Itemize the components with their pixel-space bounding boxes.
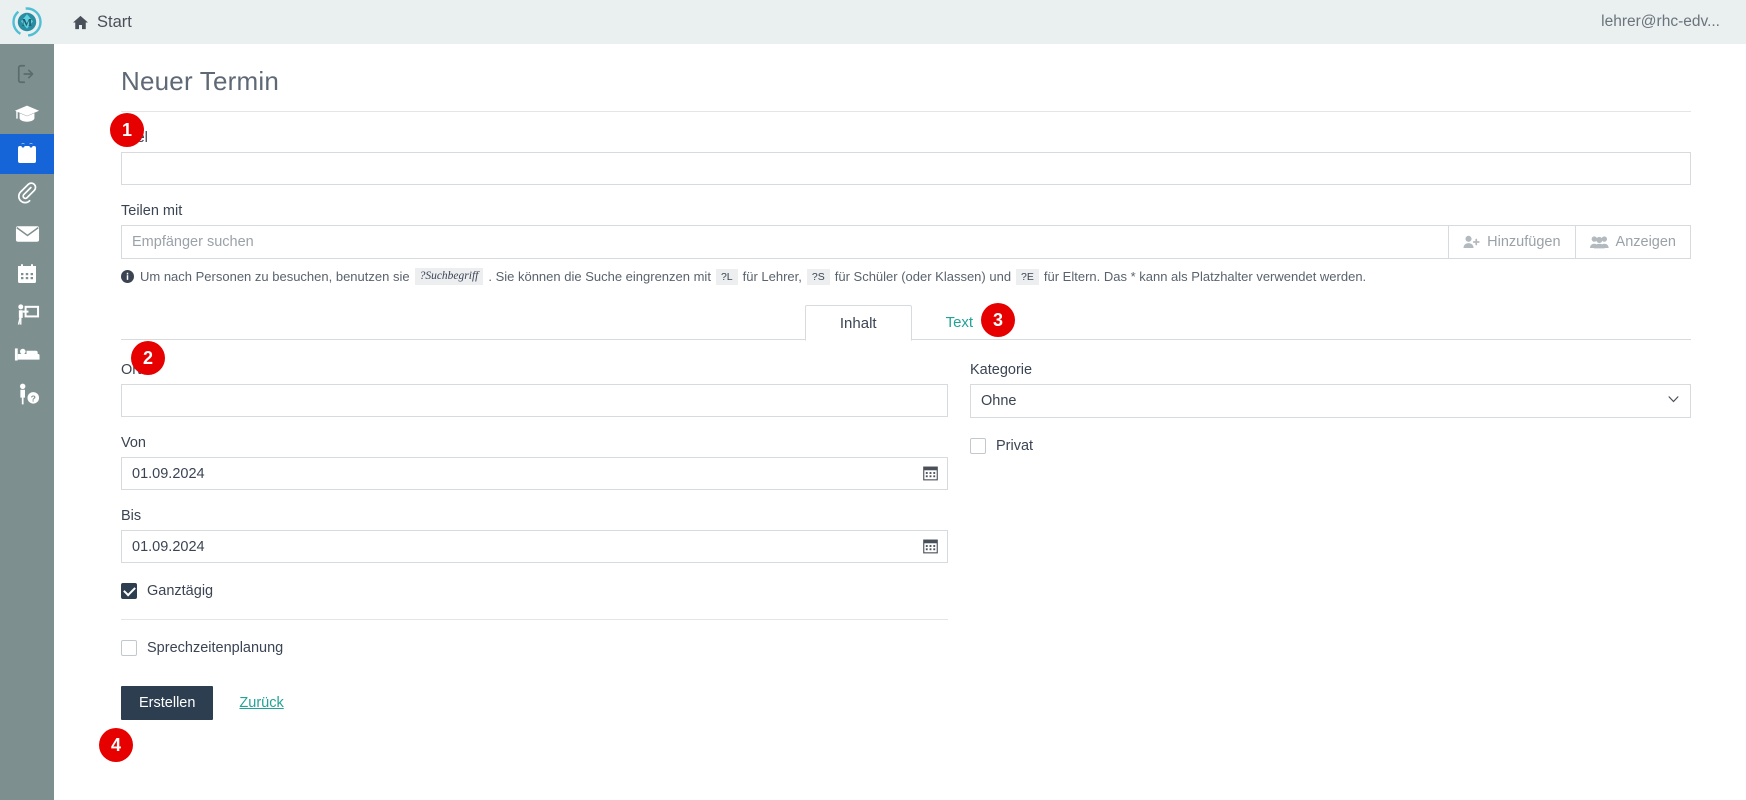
paperclip-icon: [18, 182, 37, 204]
hint-part-3: für Lehrer,: [742, 269, 802, 285]
form-column-left: Ort Von Bis: [121, 344, 948, 721]
annotation-badge-4: 4: [99, 728, 133, 762]
tab-text-label: Text: [945, 313, 974, 331]
bis-label: Bis: [121, 508, 142, 525]
add-recipient-button[interactable]: Hinzufügen: [1448, 226, 1575, 258]
ganztaegig-row: Ganztägig: [121, 583, 948, 600]
kategorie-select[interactable]: Ohne: [970, 384, 1691, 419]
tab-bar: Inhalt Text: [121, 303, 1691, 342]
search-hint: Um nach Personen zu besuchen, benutzen s…: [121, 268, 1734, 286]
users-icon: [1589, 236, 1609, 249]
hint-part-2: . Sie können die Suche eingrenzen mit: [488, 269, 711, 285]
add-recipient-label: Hinzufügen: [1487, 234, 1561, 250]
user-plus-icon: [1463, 235, 1480, 248]
svg-text:M: M: [22, 17, 33, 29]
annotation-badge-3: 3: [981, 303, 1015, 337]
sidebar-item-hilfe[interactable]: ?: [0, 374, 54, 414]
bis-date-input[interactable]: [121, 530, 948, 564]
sidebar-item-dateien[interactable]: [0, 174, 54, 214]
calendar-picker-icon[interactable]: [923, 465, 938, 481]
svg-text:?: ?: [30, 394, 35, 404]
user-account-label[interactable]: lehrer@rhc-edv...: [1601, 13, 1720, 31]
main-content: Neuer Termin Titel Teilen mit Hinzufügen: [54, 44, 1746, 800]
sidebar-item-krankmeldung[interactable]: [0, 334, 54, 374]
logout-icon: [17, 64, 34, 84]
graduation-cap-icon: [14, 105, 40, 122]
tab-inhalt-label: Inhalt: [839, 314, 877, 332]
zurueck-link[interactable]: Zurück: [239, 695, 283, 711]
sprechzeiten-row: Sprechzeitenplanung: [121, 640, 948, 657]
hint-code-suchbegriff: ?Suchbegriff: [414, 268, 484, 286]
erstellen-button[interactable]: Erstellen: [121, 686, 214, 721]
hint-part-4: für Schüler (oder Klassen) und: [834, 269, 1012, 285]
kategorie-select-wrapper: Ohne: [970, 384, 1691, 419]
page-title: Neuer Termin: [121, 66, 279, 96]
home-icon: [73, 15, 88, 29]
person-help-icon: ?: [19, 383, 39, 405]
sidebar-item-termine[interactable]: [0, 134, 54, 174]
sidebar-top-gap: [0, 44, 54, 54]
bed-icon: [14, 348, 40, 361]
recipient-search-row: Hinzufügen Anzeigen: [121, 225, 1691, 259]
sidebar-item-logout[interactable]: [0, 54, 54, 94]
titel-label: Titel: [121, 130, 1734, 146]
calendar-icon: [18, 143, 36, 163]
hint-code-lehrer: ?L: [715, 268, 738, 285]
ort-label: Ort: [121, 362, 142, 379]
von-label: Von: [121, 435, 146, 452]
termin-form: Titel Teilen mit Hinzufügen: [121, 130, 1734, 721]
calendar-grid-icon: [18, 263, 36, 283]
tab-inhalt[interactable]: Inhalt: [804, 305, 912, 342]
ganztaegig-label[interactable]: Ganztägig: [147, 583, 213, 599]
sprechzeitenplanung-checkbox[interactable]: [121, 640, 137, 657]
start-nav-link[interactable]: Start: [72, 13, 132, 32]
presentation-icon: [17, 303, 39, 325]
hint-part-5: für Eltern. Das * kann als Platzhalter v…: [1043, 269, 1367, 285]
ort-input[interactable]: [121, 384, 948, 418]
privat-checkbox[interactable]: [970, 438, 986, 455]
sidebar-item-kalender[interactable]: [0, 254, 54, 294]
hint-code-eltern: ?E: [1016, 268, 1039, 285]
teilen-mit-label: Teilen mit: [121, 203, 183, 219]
hint-part-1: Um nach Personen zu besuchen, benutzen s…: [140, 269, 410, 285]
titel-input[interactable]: [121, 152, 1691, 185]
ganztaegig-checkbox[interactable]: [121, 583, 137, 600]
von-date-wrapper: [121, 457, 948, 491]
mebis-logo-icon: M: [12, 7, 42, 37]
form-actions: Erstellen Zurück: [121, 686, 948, 721]
start-label: Start: [97, 12, 132, 31]
sprechzeitenplanung-label[interactable]: Sprechzeitenplanung: [147, 640, 283, 656]
hint-code-schueler: ?S: [806, 268, 830, 285]
kategorie-label: Kategorie: [970, 362, 1033, 379]
sidebar-item-nachrichten[interactable]: [0, 214, 54, 254]
von-date-input[interactable]: [121, 457, 948, 491]
show-recipients-button[interactable]: Anzeigen: [1574, 226, 1690, 258]
form-divider: [121, 619, 948, 621]
recipient-search-input[interactable]: [122, 226, 1449, 258]
annotation-badge-2: 2: [131, 341, 165, 375]
logo[interactable]: M: [0, 0, 54, 44]
form-columns: Ort Von Bis: [121, 344, 1691, 721]
calendar-picker-icon[interactable]: [923, 538, 938, 554]
tab-list: Inhalt Text: [804, 303, 1007, 342]
sidebar-item-unterricht[interactable]: [0, 94, 54, 134]
envelope-icon: [15, 226, 39, 242]
top-bar: M Start lehrer@rhc-edv...: [0, 0, 1746, 44]
annotation-badge-1: 1: [110, 113, 144, 147]
bis-date-wrapper: [121, 530, 948, 564]
form-column-right: Kategorie Ohne Privat: [948, 344, 1691, 720]
show-recipients-label: Anzeigen: [1615, 234, 1676, 250]
sidebar: ?: [0, 44, 54, 800]
info-icon: [121, 270, 134, 284]
privat-row: Privat: [970, 438, 1691, 455]
sidebar-item-unterrichtsplanung[interactable]: [0, 294, 54, 334]
title-divider: [121, 111, 1691, 112]
privat-label[interactable]: Privat: [996, 438, 1033, 454]
